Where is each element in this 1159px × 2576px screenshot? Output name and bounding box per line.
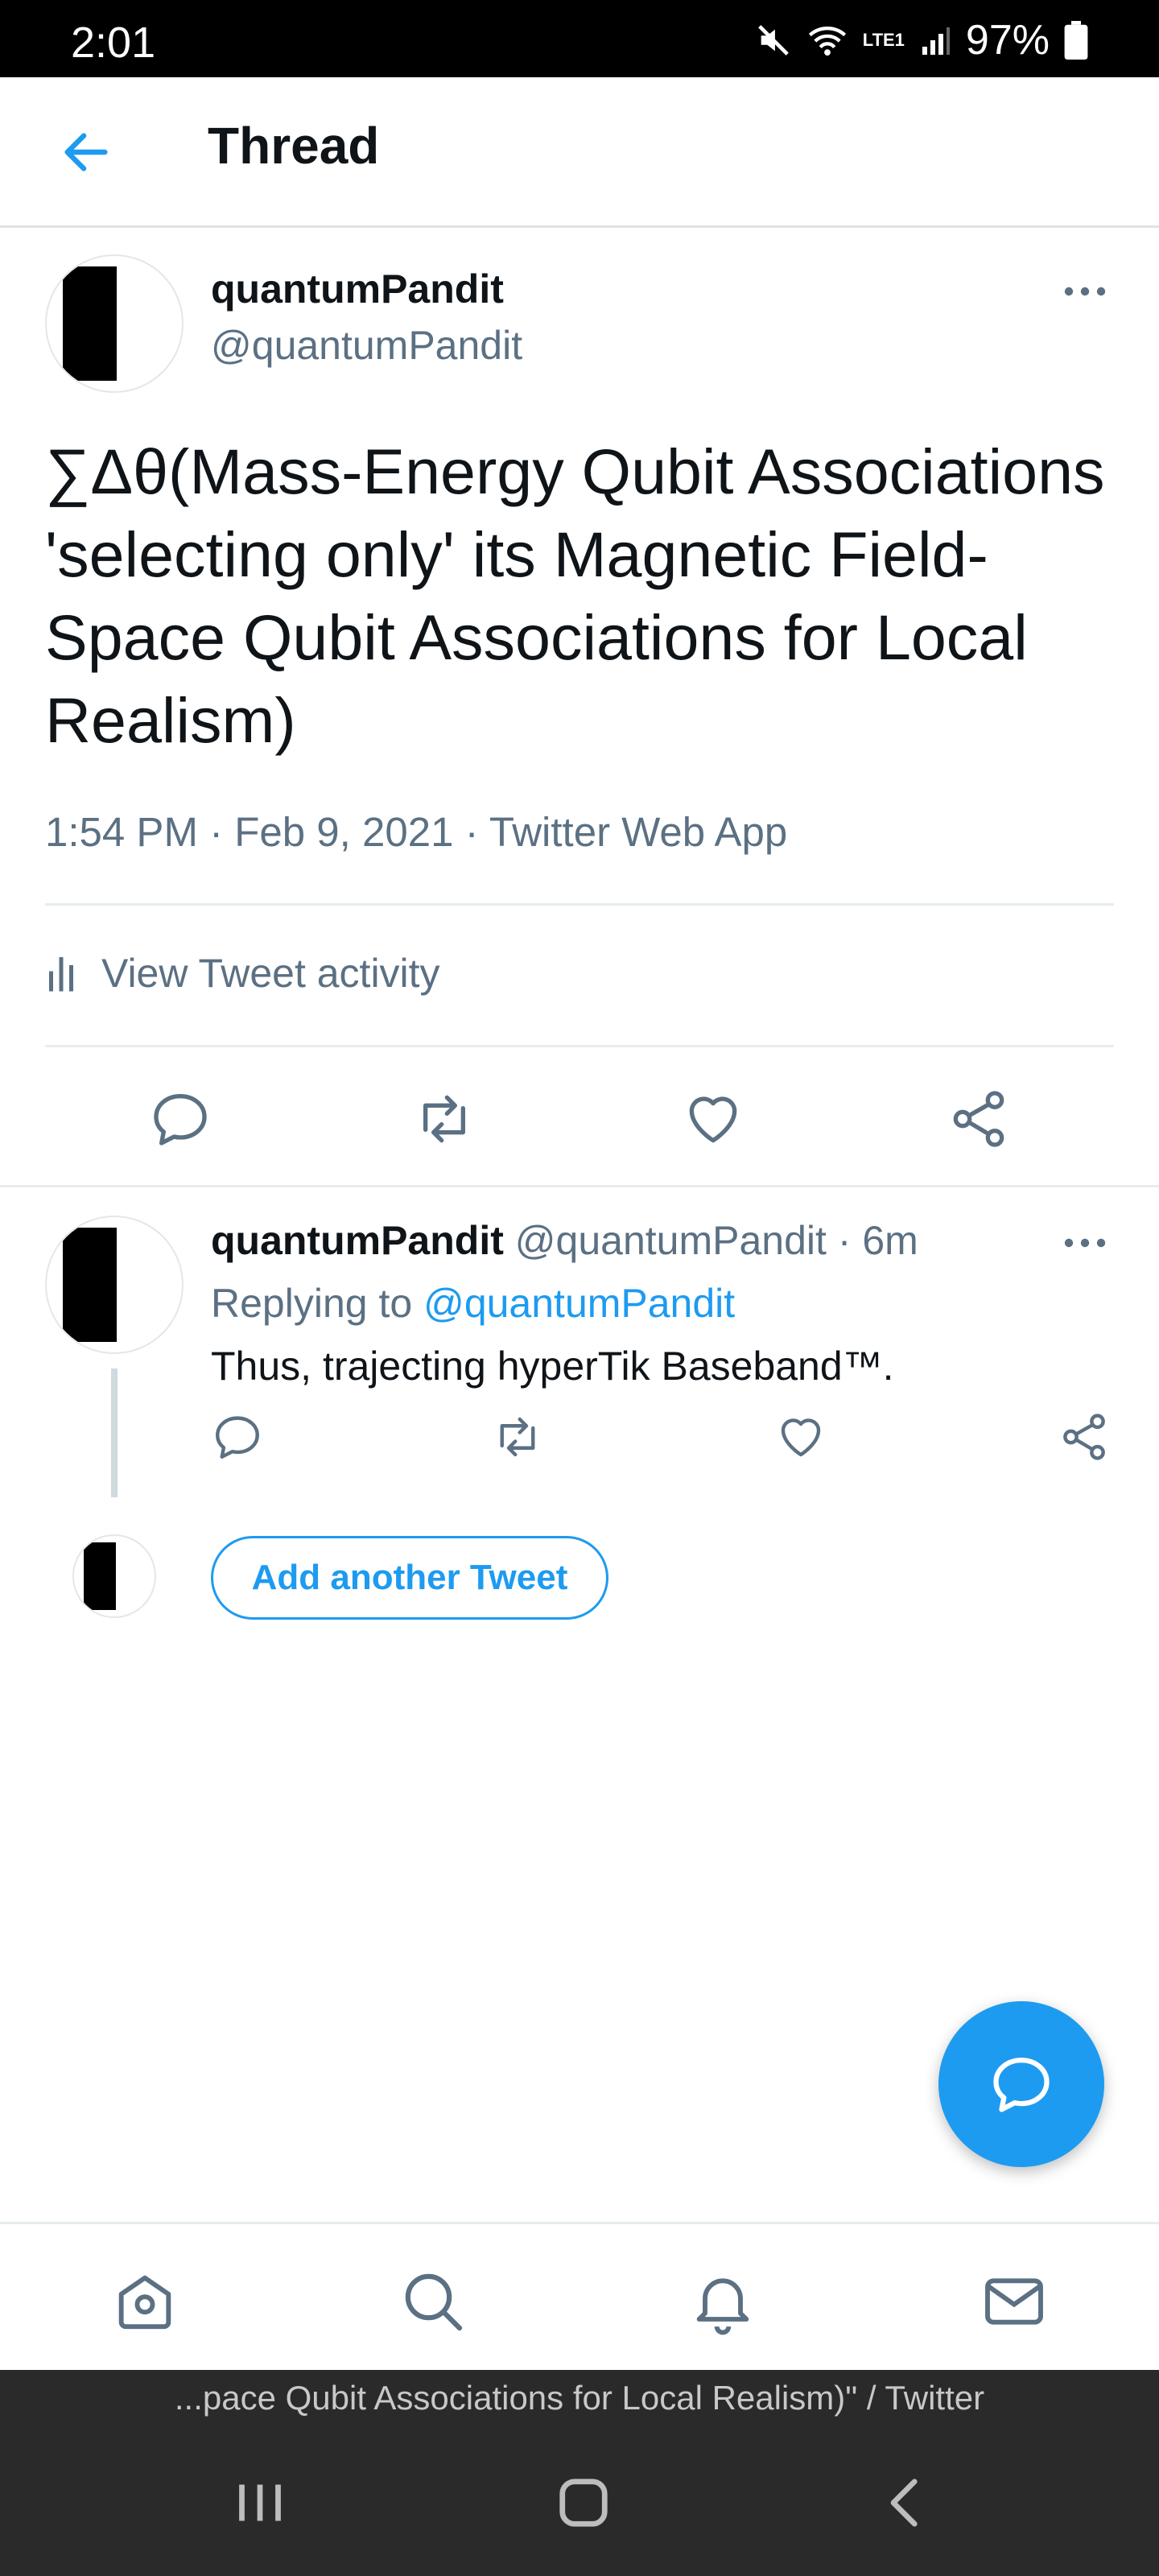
avatar-image [63,266,118,381]
nav-notifications[interactable] [687,2266,758,2337]
status-icons: LTE1 97% [755,16,1088,64]
back-button[interactable] [58,124,114,180]
author-handle[interactable]: @quantumPandit [211,322,522,369]
separator-dot: · [837,1218,852,1263]
bottom-navigation [0,2222,1159,2372]
nav-home[interactable] [109,2266,180,2337]
wifi-icon [808,27,846,56]
author-name[interactable]: quantumPandit [211,1218,504,1263]
retweet-button[interactable] [491,1410,547,1467]
more-horizontal-icon [1064,287,1106,296]
more-options-button[interactable] [1061,275,1109,308]
tweet-actions [211,1410,1120,1483]
network-label: LTE1 [862,30,905,50]
recent-apps-button[interactable] [224,2467,296,2539]
tweet-time: 6m [862,1218,918,1263]
arrow-left-icon [64,133,108,171]
author-handle[interactable]: @quantumPandit [515,1218,827,1263]
avatar-image [63,1228,118,1342]
compose-reply-fab[interactable] [938,2001,1104,2167]
divider [45,1045,1114,1047]
share-icon [1063,1414,1105,1460]
tweet-text: ∑Δθ(Mass-Energy Qubit Associations 'sele… [45,436,1105,756]
share-button[interactable] [1058,1410,1114,1467]
divider [0,1185,1159,1187]
app-header: Thread [0,77,1159,228]
reply-header: quantumPandit @quantumPandit · 6m [211,1217,918,1264]
activity-label: View Tweet activity [101,951,440,996]
nav-search[interactable] [398,2266,468,2337]
heart-icon [781,1418,821,1457]
heart-icon [689,1096,737,1143]
battery-icon [1064,21,1088,60]
more-options-button[interactable] [1061,1227,1109,1259]
replying-prefix: Replying to [211,1281,413,1326]
avatar[interactable] [45,1216,184,1354]
home-square-icon [559,2479,608,2527]
reply-button[interactable] [211,1410,267,1467]
reply-button[interactable] [148,1087,212,1151]
like-button[interactable] [681,1087,745,1151]
view-tweet-activity[interactable]: View Tweet activity [45,950,440,997]
replying-handle-link[interactable]: @quantumPandit [423,1281,735,1326]
chevron-left-icon [890,2479,918,2527]
mail-icon [985,2278,1043,2325]
avatar [72,1534,156,1618]
compose-bubble-icon [993,2058,1050,2112]
tweet-actions [45,1079,1114,1159]
bell-icon [696,2278,749,2335]
page-title: Thread [208,117,380,175]
back-system-button[interactable] [869,2467,942,2539]
reply-icon [154,1094,207,1146]
tweet-timestamp: 1:54 PM · Feb 9, 2021 · Twitter Web App [45,809,788,855]
bar-chart-icon [49,957,73,992]
avatar-image [84,1542,116,1610]
status-time: 2:01 [71,19,156,67]
nav-messages[interactable] [979,2266,1050,2337]
signal-icon [922,27,950,55]
browser-page-title: ...pace Qubit Associations for Local Rea… [0,2370,1159,2426]
retweet-button[interactable] [412,1087,476,1151]
retweet-icon [423,1095,465,1143]
add-another-tweet-button[interactable]: Add another Tweet [211,1536,608,1620]
status-bar: 2:01 LTE1 97% [0,0,1159,77]
home-system-button[interactable] [547,2467,620,2539]
mute-icon [757,25,789,56]
retweet-icon [500,1417,535,1457]
replying-to: Replying to @quantumPandit [211,1280,735,1327]
reply-icon [216,1416,259,1459]
battery-percent: 97% [965,17,1050,64]
like-button[interactable] [774,1410,831,1467]
tweet-text: Thus, trajecting hyperTik Baseband™. [211,1344,894,1389]
search-icon [405,2273,463,2331]
author-name[interactable]: quantumPandit [211,266,504,312]
home-icon [118,2275,171,2330]
divider [45,903,1114,906]
system-navigation-bar [0,2426,1159,2576]
recent-apps-icon [239,2484,281,2521]
thread-connector-line [111,1368,118,1497]
avatar[interactable] [45,254,184,393]
more-horizontal-icon [1064,1238,1106,1248]
share-icon [953,1091,1004,1147]
share-button[interactable] [947,1087,1011,1151]
